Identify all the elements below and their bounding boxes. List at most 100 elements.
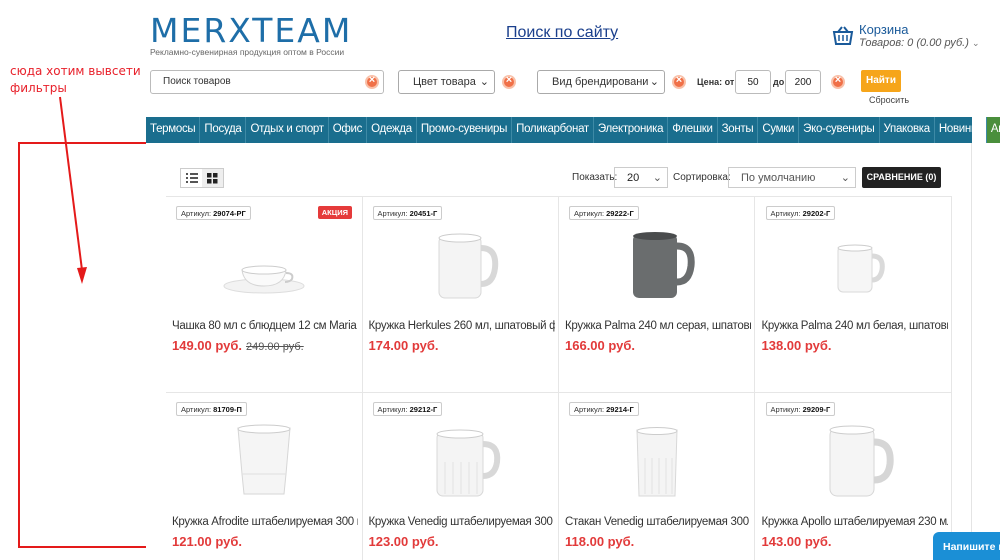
reset-filters-link[interactable]: Сбросить	[869, 95, 909, 105]
view-toggle	[180, 168, 224, 188]
product-price: 123.00 руб.	[368, 534, 439, 549]
sku-label: Артикул:	[377, 405, 408, 414]
sku-label: Артикул:	[574, 209, 605, 218]
sku-tag: Артикул: 29222-Г	[569, 206, 639, 220]
grid-view-button[interactable]	[202, 169, 223, 187]
product-image[interactable]	[212, 422, 316, 504]
nav-item[interactable]: Посуда	[200, 117, 247, 143]
nav-item[interactable]: Электроника	[594, 117, 669, 143]
list-view-button[interactable]	[181, 169, 202, 187]
sku-label: Артикул:	[377, 209, 408, 218]
product-price: 149.00 руб.	[172, 338, 243, 353]
sale-badge: АКЦИЯ	[317, 206, 352, 219]
sku-label: Артикул:	[574, 405, 605, 414]
sku-label: Артикул:	[770, 209, 801, 218]
product-name[interactable]: Кружка Apollo штабелируемая 230 мл, ...	[762, 516, 948, 528]
sku-tag: Артикул: 29074-РГ	[176, 206, 251, 220]
per-page-value: 20	[627, 172, 640, 184]
nav-item[interactable]: Сумки	[758, 117, 800, 143]
sort-value: По умолчанию	[741, 172, 816, 184]
product-card[interactable]: Артикул: 29222-Г Кружка Palma 240 мл сера…	[559, 196, 755, 392]
product-name[interactable]: Кружка Venedig штабелируемая 300 мл...	[369, 516, 555, 528]
per-page-select[interactable]: 20 ⌄	[614, 167, 668, 188]
annotation-box	[18, 142, 166, 548]
nav-item[interactable]: Офис	[329, 117, 368, 143]
clear-branding-icon[interactable]	[672, 74, 686, 89]
sku-tag: Артикул: 20451-Г	[372, 206, 443, 220]
product-card[interactable]: Артикул: 29074-РГ АКЦИЯ Чашка 80 мл с блюд…	[166, 196, 362, 392]
product-name[interactable]: Чашка 80 мл с блюдцем 12 см Maria Te...	[172, 320, 358, 332]
cart-widget[interactable]: Корзина Товаров: 0 (0.00 руб.) ⌄	[832, 22, 982, 52]
branding-select[interactable]: Вид брендировани ⌄	[537, 70, 665, 94]
product-card[interactable]: Артикул: 29214-Г Стакан Venedig штабелиру…	[559, 392, 755, 560]
product-name[interactable]: Кружка Palma 240 мл серая, шпатовый ...	[565, 320, 751, 332]
product-price-row: 174.00 руб.	[369, 338, 439, 353]
nav-item[interactable]: Упаковка	[880, 117, 935, 143]
clear-search-icon[interactable]	[365, 74, 379, 89]
product-price: 121.00 руб.	[172, 534, 243, 549]
product-card[interactable]: Артикул: 20451-Г Кружка Herkules 260 мл, …	[363, 196, 559, 392]
cart-info: Товаров: 0 (0.00 руб.) ⌄	[859, 37, 980, 49]
product-price-row: 138.00 руб.	[762, 338, 832, 353]
product-search-input[interactable]: Поиск товаров	[150, 70, 384, 94]
nav-item[interactable]: Отдых и спорт	[246, 117, 329, 143]
basket-icon	[832, 26, 854, 45]
cart-summary: Товаров: 0 (0.00 руб.)	[859, 37, 969, 49]
product-price: 138.00 руб.	[761, 338, 832, 353]
nav-item[interactable]: Поликарбонат	[512, 117, 594, 143]
nav-item[interactable]: Эко-сувениры	[799, 117, 880, 143]
chat-button[interactable]: Напишите нам	[933, 532, 1000, 560]
divider	[971, 143, 972, 560]
product-card[interactable]: Артикул: 81709-П Кружка Afrodite штабелир…	[166, 392, 362, 560]
sort-select[interactable]: По умолчанию ⌄	[728, 167, 856, 188]
product-name[interactable]: Кружка Palma 240 мл белая, шпатовый ...	[762, 320, 948, 332]
find-button[interactable]: Найти	[861, 70, 901, 92]
sku-tag: Артикул: 29202-Г	[765, 206, 836, 220]
product-image[interactable]	[605, 422, 709, 504]
product-price-row: 166.00 руб.	[565, 338, 635, 353]
site-logo[interactable]: MERXTEAM Рекламно-сувенирная продукция о…	[150, 14, 360, 57]
product-name[interactable]: Стакан Venedig штабелируемая 300 мл...	[565, 516, 751, 528]
product-image[interactable]	[409, 422, 513, 504]
product-price: 166.00 руб.	[565, 338, 636, 353]
site-search-link[interactable]: Поиск по сайту	[506, 24, 618, 42]
clear-price-icon[interactable]	[831, 74, 845, 89]
compare-button[interactable]: СРАВНЕНИЕ (0)	[862, 167, 941, 188]
price-to-input[interactable]: 200	[785, 70, 821, 94]
product-card[interactable]: Артикул: 29212-Г Кружка Venedig штабелиру…	[363, 392, 559, 560]
chevron-down-icon: ⌄	[649, 76, 659, 88]
product-card[interactable]: Артикул: 29202-Г Кружка Palma 240 мл бела…	[756, 196, 952, 392]
sku-value: 29212-Г	[409, 405, 438, 414]
chevron-down-icon: ⌄	[479, 76, 489, 88]
chevron-down-icon: ⌄	[840, 172, 850, 184]
price-from-input[interactable]: 50	[735, 70, 771, 94]
cart-title: Корзина	[859, 22, 909, 37]
product-card[interactable]: Артикул: 29209-Г Кружка Apollo штабелируе…	[756, 392, 952, 560]
sku-value: 29222-Г	[606, 209, 634, 218]
sku-label: Артикул:	[181, 209, 212, 218]
product-image[interactable]	[212, 226, 316, 308]
clear-color-icon[interactable]	[502, 74, 516, 89]
product-price: 118.00 руб.	[565, 534, 635, 549]
nav-item[interactable]: Промо-сувениры	[417, 117, 513, 143]
list-icon	[185, 173, 198, 183]
nav-item[interactable]: Флешки	[668, 117, 718, 143]
product-image[interactable]	[605, 226, 709, 308]
nav-item[interactable]: Акция	[986, 117, 1000, 143]
product-price-row: 143.00 руб.	[762, 534, 832, 549]
price-from-label: Цена: от	[697, 77, 735, 87]
price-to-label: до	[773, 77, 785, 87]
product-image[interactable]	[409, 226, 513, 308]
product-name[interactable]: Кружка Herkules 260 мл, шпатовый фа...	[369, 320, 555, 332]
sidebar-area	[146, 143, 166, 560]
nav-item[interactable]: Новинки	[935, 117, 987, 143]
product-name[interactable]: Кружка Afrodite штабелируемая 300 мл...	[172, 516, 358, 528]
sku-value: 29209-Г	[802, 405, 831, 414]
nav-item[interactable]: Одежда	[367, 117, 417, 143]
product-price: 174.00 руб.	[368, 338, 439, 353]
product-image[interactable]	[802, 422, 906, 504]
product-image[interactable]	[802, 226, 906, 308]
color-select[interactable]: Цвет товара ⌄	[398, 70, 495, 94]
nav-item[interactable]: Термосы	[146, 117, 201, 143]
nav-item[interactable]: Зонты	[718, 117, 759, 143]
